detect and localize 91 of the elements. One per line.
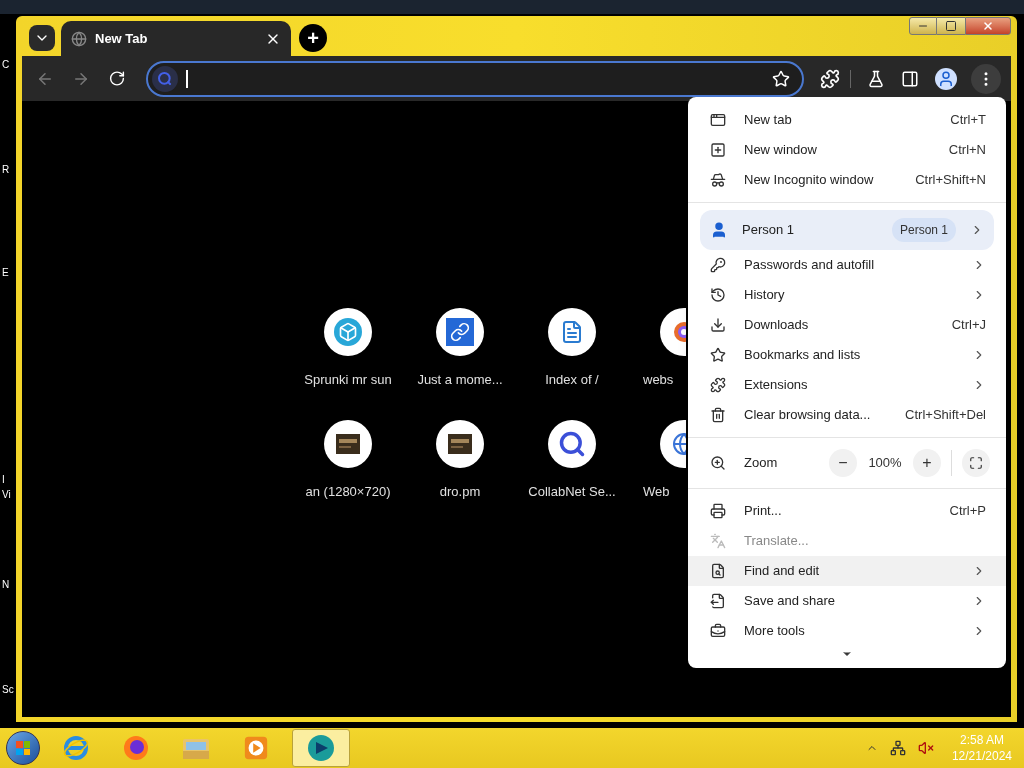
desktop-icon-label: R bbox=[2, 165, 10, 175]
menu-item[interactable]: Bookmarks and lists bbox=[688, 340, 1006, 370]
desktop-icon-label: Vi bbox=[2, 490, 11, 500]
avatar-icon[interactable] bbox=[935, 67, 957, 90]
printer-icon bbox=[710, 503, 726, 519]
minimize-button[interactable] bbox=[909, 17, 937, 35]
menu-item[interactable]: Clear browsing data... Ctrl+Shift+Del bbox=[688, 400, 1006, 430]
thumbnail-icon bbox=[336, 434, 360, 454]
incognito-icon bbox=[710, 172, 726, 188]
network-icon[interactable] bbox=[889, 740, 906, 756]
menu-item[interactable]: New Incognito window Ctrl+Shift+N bbox=[688, 165, 1006, 195]
profile-item[interactable]: Person 1 Person 1 bbox=[700, 210, 994, 250]
zoom-level: 100% bbox=[867, 454, 903, 473]
trash-icon bbox=[710, 407, 726, 423]
window-plus-icon bbox=[710, 142, 726, 158]
desktop-icon-label: E bbox=[2, 268, 9, 278]
flask-icon[interactable] bbox=[867, 69, 885, 88]
maximize-button[interactable] bbox=[937, 17, 965, 35]
menu-item[interactable]: History bbox=[688, 280, 1006, 310]
toolbox-icon bbox=[710, 623, 726, 639]
zoom-icon bbox=[710, 455, 726, 471]
shortcut-label: dro.pm bbox=[439, 483, 481, 501]
tab-title: New Tab bbox=[95, 29, 149, 48]
tab-search-button[interactable] bbox=[29, 25, 55, 51]
shortcut-label: Sprunki mr sun bbox=[304, 371, 392, 389]
start-orb-icon[interactable] bbox=[6, 731, 40, 765]
key-icon bbox=[710, 257, 726, 273]
cube-icon bbox=[334, 318, 362, 346]
menu-item[interactable]: Passwords and autofill bbox=[688, 250, 1006, 280]
shortcut-label: Just a mome... bbox=[417, 371, 503, 389]
text-cursor bbox=[186, 69, 188, 88]
menu-item[interactable]: Find and edit bbox=[688, 556, 1006, 586]
zoom-in-button[interactable]: + bbox=[913, 449, 941, 477]
shortcut-tile[interactable]: an (1280×720) bbox=[292, 420, 404, 518]
translate-icon bbox=[710, 533, 726, 549]
new-tab-button[interactable]: + bbox=[299, 24, 327, 52]
shortcut-label: Web bbox=[642, 483, 670, 501]
shortcut-label: CollabNet Se... bbox=[528, 483, 616, 501]
shortcut-tile[interactable]: Just a mome... bbox=[404, 308, 516, 406]
menu-item[interactable]: Save and share bbox=[688, 586, 1006, 616]
media-player-icon bbox=[243, 735, 269, 761]
desktop-icon-label: C bbox=[2, 60, 10, 70]
link-icon bbox=[446, 318, 474, 346]
bookmark-star-icon[interactable] bbox=[772, 69, 790, 88]
close-icon bbox=[982, 20, 994, 32]
star-icon bbox=[710, 347, 726, 363]
menu-item-label: Zoom bbox=[744, 454, 779, 473]
profile-badge: Person 1 bbox=[891, 218, 956, 242]
globe-icon bbox=[71, 30, 87, 47]
shortcut-tile[interactable]: dro.pm bbox=[404, 420, 516, 518]
menu-item[interactable]: Print... Ctrl+P bbox=[688, 496, 1006, 526]
save-icon bbox=[710, 593, 726, 609]
menu-item[interactable]: More tools bbox=[688, 616, 1006, 646]
shortcut-tile[interactable]: Index of / bbox=[516, 308, 628, 406]
document-icon bbox=[560, 320, 584, 344]
person-icon bbox=[710, 221, 728, 239]
menu-item[interactable]: Extensions bbox=[688, 370, 1006, 400]
search-icon bbox=[558, 430, 586, 458]
puzzle-icon bbox=[710, 377, 726, 393]
profile-name: Person 1 bbox=[742, 221, 796, 240]
find-icon bbox=[710, 563, 726, 579]
app-icon bbox=[306, 733, 336, 763]
menu-icon[interactable] bbox=[971, 63, 1001, 94]
side-panel-icon[interactable] bbox=[901, 69, 919, 88]
fullscreen-icon bbox=[969, 456, 983, 470]
puzzle-icon[interactable] bbox=[820, 68, 840, 89]
menu-item[interactable]: Downloads Ctrl+J bbox=[688, 310, 1006, 340]
browser-tab[interactable]: New Tab bbox=[61, 21, 291, 56]
shortcut-tile[interactable]: Sprunki mr sun bbox=[292, 308, 404, 406]
desktop-icon-label: I bbox=[2, 475, 5, 485]
menu-item[interactable]: New tab Ctrl+T bbox=[688, 105, 1006, 135]
muted-speaker-icon[interactable] bbox=[917, 740, 934, 756]
history-icon bbox=[710, 287, 726, 303]
fox-globe-icon bbox=[122, 734, 150, 762]
menu-item[interactable]: New window Ctrl+N bbox=[688, 135, 1006, 165]
zoom-out-button[interactable]: − bbox=[829, 449, 857, 477]
address-bar[interactable] bbox=[146, 60, 804, 97]
download-icon bbox=[710, 317, 726, 333]
search-icon bbox=[152, 65, 178, 92]
shortcut-label: webs bbox=[642, 371, 674, 389]
taskbar-app-button[interactable] bbox=[292, 729, 350, 767]
shortcut-label: an (1280×720) bbox=[305, 483, 391, 501]
desktop-icon-label: N bbox=[2, 580, 10, 590]
desktop-icon-label: Sc bbox=[2, 685, 14, 695]
fullscreen-button[interactable] bbox=[962, 449, 990, 477]
browser-e-icon bbox=[62, 734, 90, 762]
window-icon bbox=[710, 112, 726, 128]
shortcut-label: Index of / bbox=[545, 371, 599, 389]
shortcut-tile[interactable]: CollabNet Se... bbox=[516, 420, 628, 518]
maximize-icon bbox=[945, 20, 957, 32]
thumbnail-icon bbox=[448, 434, 472, 454]
